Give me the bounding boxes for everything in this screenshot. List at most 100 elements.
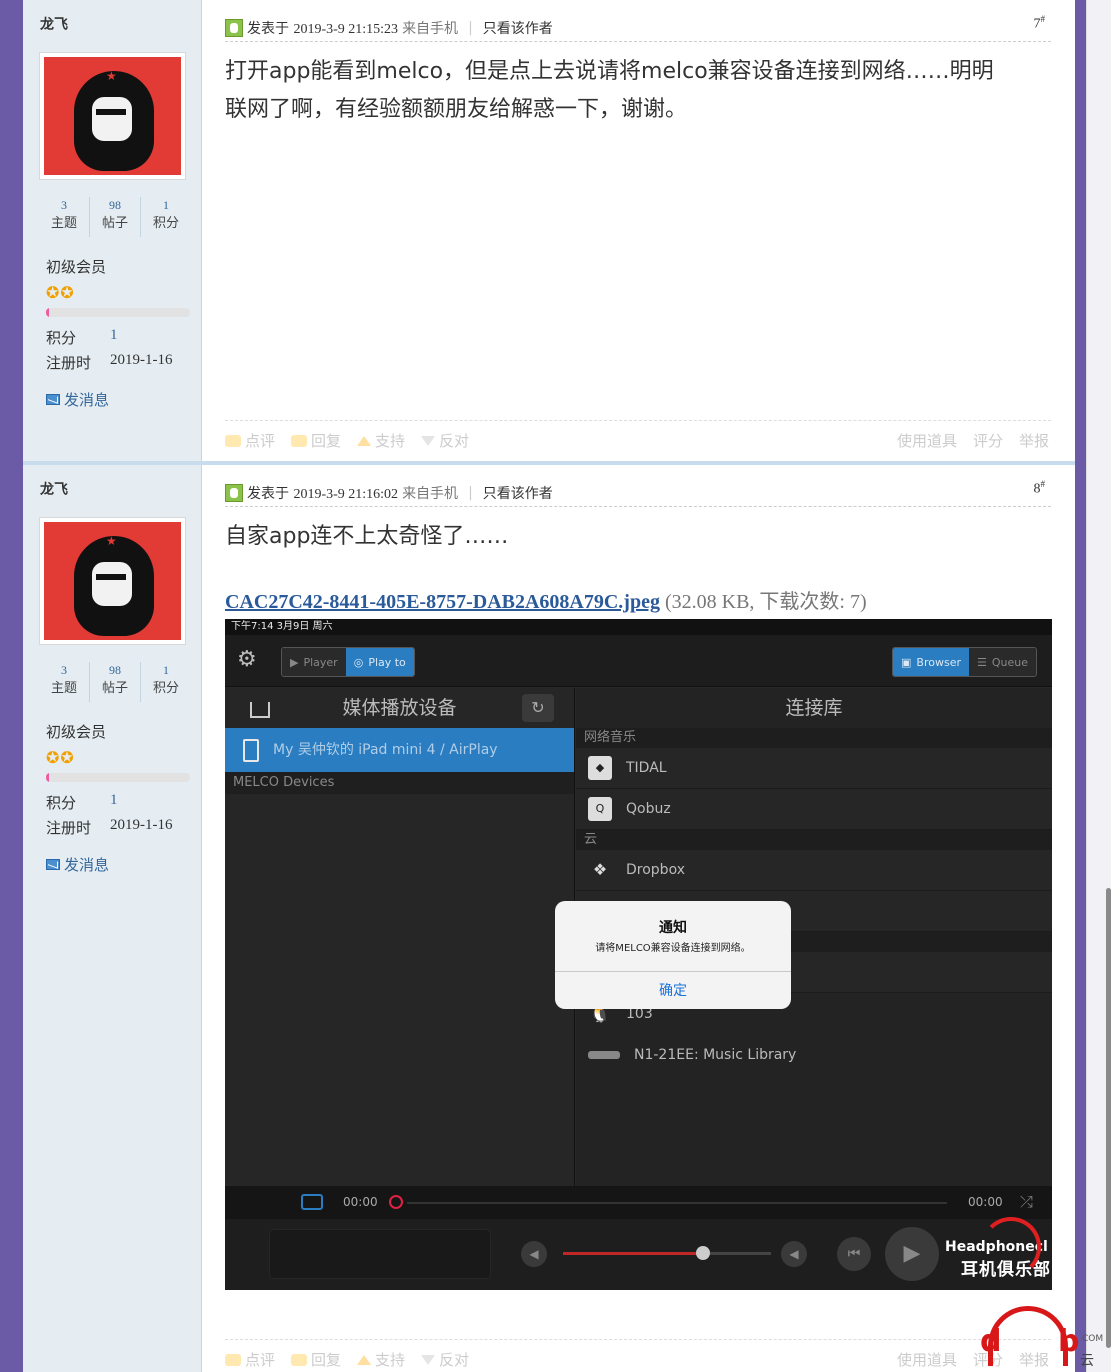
post-7: 龙飞 ★ 3 主题 98 帖子 1 积分 初级会员 ✪✪ 积分 1 注册时 2019-1-…: [23, 0, 1075, 461]
attachment-meta: (32.08 KB, 下载次数: 7): [664, 591, 867, 613]
stat-posts[interactable]: 98 帖子: [90, 662, 141, 702]
nas-icon: [588, 1050, 620, 1059]
qobuz-icon: Q: [588, 797, 612, 821]
author-sidebar: 龙飞 ★ 3 主题 98 帖子 1 积分 初级会员 ✪✪ 积分 1 注册时 2019-1-…: [23, 465, 202, 1372]
tidal-icon: ◆: [588, 756, 612, 780]
support-button[interactable]: 支持: [357, 1349, 405, 1370]
playto-tab: ◎ Play to: [345, 648, 414, 676]
user-rank[interactable]: 初级会员: [46, 256, 106, 277]
player-controls: ◀ ◀ ⏮ ▶: [225, 1219, 1052, 1290]
post-footer: 点评 回复 支持 反对 使用道具 评分 举报: [225, 420, 1051, 450]
rank-stars-icon: ✪✪: [46, 748, 75, 767]
progress-bar: 00:00 00:00 ⤮: [225, 1186, 1052, 1219]
attached-screenshot[interactable]: 下午7:14 3月9日 周六 ⚙ ▶ Player ◎ Play to ▣ Brows…: [225, 619, 1052, 1290]
floor-number[interactable]: 8#: [1034, 479, 1046, 498]
rank-progress-bar: [46, 308, 190, 317]
play-icon: ▶: [290, 655, 299, 669]
reply-button[interactable]: 回复: [291, 430, 341, 451]
post-source: 来自手机: [402, 20, 459, 37]
user-rank[interactable]: 初级会员: [46, 721, 106, 742]
rate-button[interactable]: 评分: [973, 430, 1003, 451]
devices-panel: 媒体播放设备 ↻ My 吴仲钦的 iPad mini 4 / AirPlay ME…: [225, 688, 575, 1186]
author-stats: 3 主题 98 帖子 1 积分: [39, 662, 191, 702]
stat-topics[interactable]: 3 主题: [39, 197, 90, 237]
use-tools-menu[interactable]: 使用道具: [897, 430, 957, 451]
only-author-link[interactable]: 只看该作者: [483, 18, 553, 38]
ipad-status-bar: 下午7:14 3月9日 周六: [225, 619, 1052, 635]
envelope-icon: [46, 859, 60, 870]
site-logo: d b COM 云: [976, 1302, 1106, 1372]
reply-button[interactable]: 回复: [291, 1349, 341, 1370]
oppose-button[interactable]: 反对: [421, 430, 469, 451]
post-footer: 点评 回复 支持 反对 使用道具 评分 举报: [225, 1339, 1051, 1369]
mute-icon: ◀: [521, 1241, 547, 1267]
author-name[interactable]: 龙飞: [40, 479, 68, 499]
selected-device: My 吴仲钦的 iPad mini 4 / AirPlay: [225, 728, 574, 772]
attachment-link[interactable]: CAC27C42-8441-405E-8757-DAB2A608A79C.jpe…: [225, 591, 660, 613]
refresh-icon: ↻: [522, 694, 554, 722]
stat-points[interactable]: 1 积分: [141, 197, 191, 237]
page-scrollbar[interactable]: [1086, 0, 1111, 1372]
post-8: 龙飞 ★ 3 主题 98 帖子 1 积分 初级会员 ✪✪ 积分 1 注册时 2019-1-…: [23, 465, 1075, 1372]
oppose-button[interactable]: 反对: [421, 1349, 469, 1370]
scrollbar-thumb[interactable]: [1106, 888, 1111, 1348]
record-icon: [389, 1195, 403, 1209]
only-author-link[interactable]: 只看该作者: [483, 483, 553, 503]
rank-stars-icon: ✪✪: [46, 283, 75, 302]
comment-button[interactable]: 点评: [225, 430, 275, 451]
avatar[interactable]: ★: [39, 52, 186, 180]
headphone-club-watermark: Headphonecl 耳机俱乐部: [945, 1217, 1051, 1280]
author-stats: 3 主题 98 帖子 1 积分: [39, 197, 191, 237]
post-content: 打开app能看到melco，但是点上去说请将melco兼容设备连接到网络……明明…: [225, 59, 994, 122]
use-tools-menu[interactable]: 使用道具: [897, 1349, 957, 1370]
post-source: 来自手机: [402, 485, 459, 502]
dropbox-icon: ❖: [592, 860, 608, 879]
alert-dialog: 通知 请将MELCO兼容设备连接到网络。 确定: [555, 901, 791, 1009]
send-message-link[interactable]: 发消息: [46, 854, 109, 875]
browser-icon: ▣: [901, 655, 912, 669]
view-segment: ▣ Browser ☰ Queue: [892, 647, 1037, 677]
online-status-icon: [225, 18, 243, 37]
album-art: [269, 1229, 491, 1279]
play-button-icon: ▶: [885, 1227, 939, 1281]
previous-icon: ⏮: [837, 1237, 871, 1271]
stat-posts[interactable]: 98 帖子: [90, 197, 141, 237]
browser-tab: ▣ Browser: [893, 648, 969, 676]
repeat-icon: [301, 1194, 323, 1210]
volume-up-icon: ◀: [781, 1241, 807, 1267]
player-tab: ▶ Player: [282, 648, 346, 676]
report-button[interactable]: 举报: [1019, 430, 1049, 451]
airplay-icon: [250, 702, 270, 718]
points-row: 积分 1: [46, 327, 118, 347]
register-row: 注册时 2019-1-16: [46, 817, 173, 837]
dialog-ok-button: 确定: [555, 971, 791, 1009]
envelope-icon: [46, 394, 60, 405]
send-message-link[interactable]: 发消息: [46, 389, 109, 410]
author-name[interactable]: 龙飞: [40, 14, 68, 34]
online-status-icon: [225, 483, 243, 502]
floor-number[interactable]: 7#: [1034, 14, 1046, 33]
stat-points[interactable]: 1 积分: [141, 662, 191, 702]
support-button[interactable]: 支持: [357, 430, 405, 451]
author-sidebar: 龙飞 ★ 3 主题 98 帖子 1 积分 初级会员 ✪✪ 积分 1 注册时 2019-1-…: [23, 0, 202, 461]
melco-group: MELCO Devices: [225, 772, 574, 794]
list-icon: ☰: [976, 655, 987, 669]
post-header: 发表于 2019-3-9 21:15:23 来自手机 | 只看该作者 7#: [225, 14, 1051, 42]
stat-topics[interactable]: 3 主题: [39, 662, 90, 702]
gear-icon: ⚙: [237, 647, 257, 672]
register-row: 注册时 2019-1-16: [46, 352, 173, 372]
thread-page: 龙飞 ★ 3 主题 98 帖子 1 积分 初级会员 ✪✪ 积分 1 注册时 2019-1-…: [23, 0, 1075, 1372]
queue-tab: ☰ Queue: [968, 648, 1036, 676]
points-row: 积分 1: [46, 792, 118, 812]
comment-button[interactable]: 点评: [225, 1349, 275, 1370]
volume-knob: [696, 1246, 710, 1260]
shuffle-icon: ⤮: [1020, 1192, 1033, 1211]
post-content: 自家app连不上太奇怪了……: [225, 524, 509, 549]
cast-icon: ◎: [353, 655, 364, 669]
attachment: CAC27C42-8441-405E-8757-DAB2A608A79C.jpe…: [225, 585, 867, 614]
avatar[interactable]: ★: [39, 517, 186, 645]
post-header: 发表于 2019-3-9 21:16:02 来自手机 | 只看该作者 8#: [225, 479, 1051, 507]
mode-segment: ▶ Player ◎ Play to: [281, 647, 415, 677]
app-toolbar: ⚙ ▶ Player ◎ Play to ▣ Browser ☰ Queue: [225, 635, 1052, 687]
rank-progress-bar: [46, 773, 190, 782]
